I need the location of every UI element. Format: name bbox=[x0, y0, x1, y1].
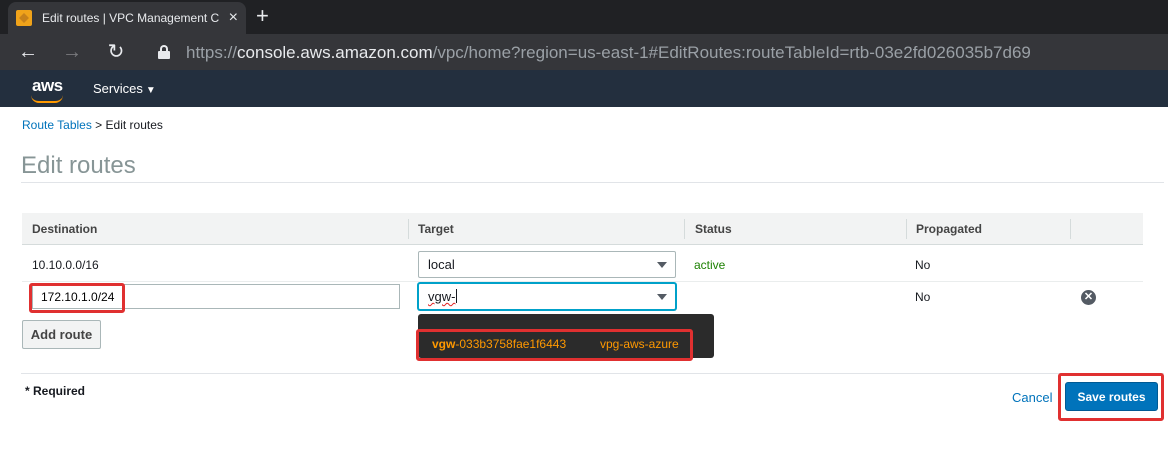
row-divider bbox=[22, 281, 1143, 282]
forward-icon[interactable]: → bbox=[60, 40, 84, 64]
highlight-box bbox=[29, 283, 125, 313]
new-tab-icon[interactable]: + bbox=[256, 4, 269, 28]
breadcrumb-route-tables[interactable]: Route Tables bbox=[22, 118, 92, 132]
column-header-propagated: Propagated bbox=[916, 222, 983, 236]
breadcrumb: Route Tables > Edit routes bbox=[22, 118, 163, 132]
add-route-button[interactable]: Add route bbox=[22, 320, 101, 349]
chevron-down-icon: ▼ bbox=[145, 85, 156, 96]
column-divider bbox=[408, 219, 409, 239]
back-icon[interactable]: ← bbox=[16, 40, 40, 64]
divider bbox=[21, 373, 1164, 374]
column-divider bbox=[684, 219, 685, 239]
browser-tab[interactable]: Edit routes | VPC Management C × bbox=[8, 2, 246, 34]
aws-logo[interactable]: aws bbox=[32, 76, 63, 96]
lock-icon[interactable] bbox=[158, 45, 170, 59]
tab-title: Edit routes | VPC Management C bbox=[42, 11, 220, 25]
page-title: Edit routes bbox=[21, 152, 136, 179]
url-path: /vpc/home?region=us-east-1#EditRoutes:ro… bbox=[432, 43, 1031, 62]
browser-tab-strip: Edit routes | VPC Management C × + bbox=[0, 0, 1168, 34]
cancel-button[interactable]: Cancel bbox=[1012, 390, 1052, 405]
close-tab-icon[interactable]: × bbox=[229, 9, 238, 27]
column-header-target: Target bbox=[418, 222, 454, 236]
divider bbox=[21, 182, 1164, 183]
url-host: console.aws.amazon.com bbox=[237, 43, 433, 62]
services-menu[interactable]: Services ▼ bbox=[93, 81, 156, 96]
chevron-down-icon bbox=[657, 294, 667, 300]
breadcrumb-current: Edit routes bbox=[105, 118, 163, 132]
status-badge: active bbox=[694, 258, 726, 272]
column-header-destination: Destination bbox=[32, 222, 98, 236]
aws-favicon-icon bbox=[16, 10, 32, 26]
column-header-status: Status bbox=[695, 222, 732, 236]
browser-toolbar: ← → ↻ https://console.aws.amazon.com/vpc… bbox=[0, 34, 1168, 70]
chevron-down-icon bbox=[657, 262, 667, 268]
route-destination: 10.10.0.0/16 bbox=[32, 258, 99, 272]
column-divider bbox=[1070, 219, 1071, 239]
target-input-value: vgw- bbox=[428, 289, 456, 304]
text-cursor bbox=[456, 289, 458, 303]
reload-icon[interactable]: ↻ bbox=[104, 40, 128, 64]
aws-console-header: aws Services ▼ bbox=[0, 70, 1168, 107]
highlight-box bbox=[416, 329, 693, 361]
url-scheme: https:// bbox=[186, 43, 238, 62]
aws-smile-icon bbox=[31, 95, 63, 103]
breadcrumb-separator: > bbox=[91, 118, 106, 132]
highlight-box bbox=[1058, 373, 1164, 421]
target-select-value: local bbox=[428, 257, 455, 272]
required-note: * Required bbox=[25, 384, 86, 398]
column-divider bbox=[906, 219, 907, 239]
services-label: Services bbox=[93, 81, 143, 96]
address-bar[interactable]: https://console.aws.amazon.com/vpc/home?… bbox=[186, 43, 1031, 63]
target-select[interactable]: local bbox=[418, 251, 676, 278]
remove-route-icon[interactable]: ✕ bbox=[1081, 290, 1096, 305]
table-header: Destination Target Status Propagated bbox=[22, 213, 1143, 245]
route-propagated: No bbox=[915, 258, 931, 272]
target-select-active[interactable]: vgw- bbox=[418, 283, 676, 310]
route-propagated: No bbox=[915, 290, 931, 304]
